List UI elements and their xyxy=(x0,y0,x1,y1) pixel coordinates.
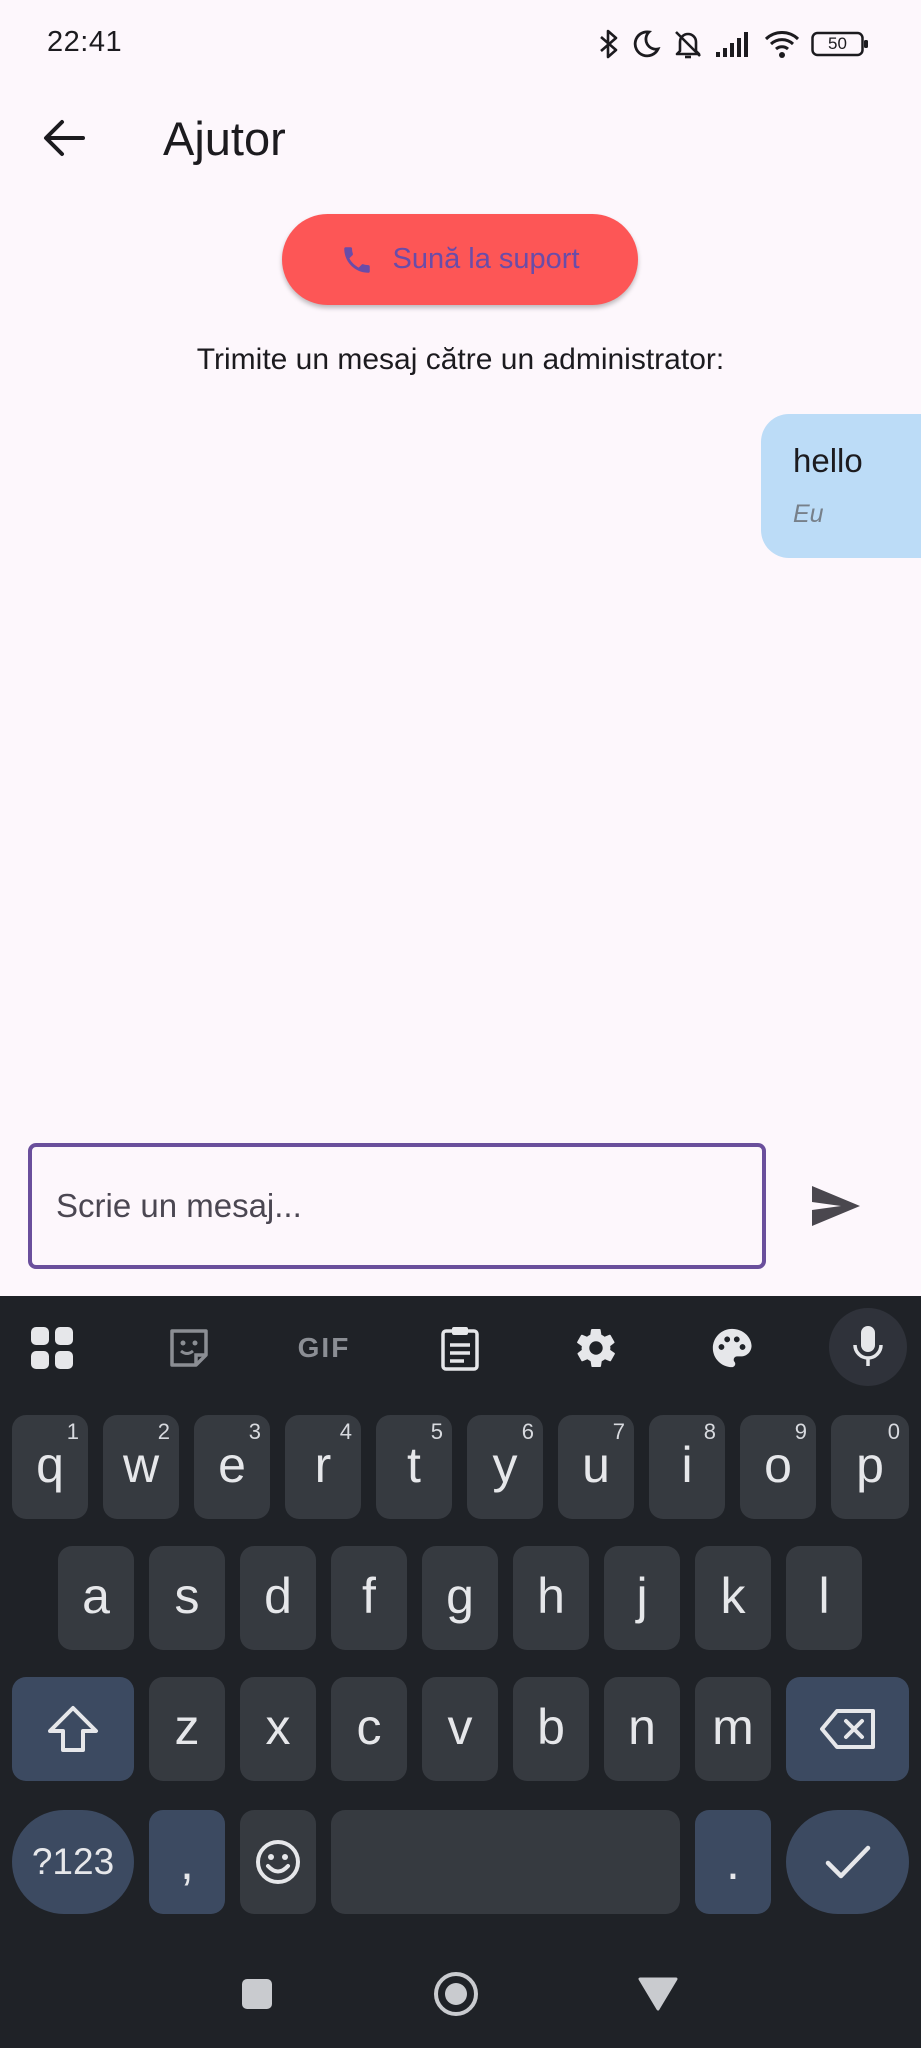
call-support-button[interactable]: Sună la suport xyxy=(282,214,638,305)
app-bar: Ajutor xyxy=(0,92,921,192)
key-d[interactable]: d xyxy=(240,1546,316,1650)
gif-icon: GIF xyxy=(297,1332,351,1363)
palette-icon xyxy=(712,1328,752,1368)
symbols-key[interactable]: ?123 xyxy=(12,1810,134,1914)
message-bubble: hello Eu xyxy=(761,414,921,558)
key-j[interactable]: j xyxy=(604,1546,680,1650)
key-k[interactable]: k xyxy=(695,1546,771,1650)
recents-button[interactable] xyxy=(233,1970,281,2018)
backspace-key[interactable] xyxy=(786,1677,909,1781)
key-z[interactable]: z xyxy=(149,1677,225,1781)
recents-square-icon xyxy=(242,1979,272,2009)
sticker-button[interactable] xyxy=(155,1314,223,1382)
key-t[interactable]: t5 xyxy=(376,1415,452,1519)
theme-button[interactable] xyxy=(698,1314,766,1382)
keyboard-toolbar: GIF xyxy=(0,1296,921,1396)
key-l[interactable]: l xyxy=(786,1546,862,1650)
page-title: Ajutor xyxy=(163,112,286,165)
backspace-icon xyxy=(819,1709,875,1749)
back-button[interactable] xyxy=(38,112,90,164)
key-b[interactable]: b xyxy=(513,1677,589,1781)
battery-level: 50 xyxy=(828,34,847,53)
bell-off-icon xyxy=(672,28,704,60)
check-icon xyxy=(825,1845,870,1879)
key-a[interactable]: a xyxy=(58,1546,134,1650)
key-s[interactable]: s xyxy=(149,1546,225,1650)
gear-icon xyxy=(577,1329,615,1367)
key-r[interactable]: r4 xyxy=(285,1415,361,1519)
key-h[interactable]: h xyxy=(513,1546,589,1650)
space-key[interactable] xyxy=(331,1810,680,1914)
key-o[interactable]: o9 xyxy=(740,1415,816,1519)
clipboard-icon xyxy=(441,1327,479,1371)
apps-grid-icon xyxy=(31,1327,73,1369)
key-f[interactable]: f xyxy=(331,1546,407,1650)
home-circle-icon xyxy=(434,1972,478,2016)
message-input[interactable] xyxy=(28,1143,766,1269)
key-m[interactable]: m xyxy=(695,1677,771,1781)
status-bar: 22:41 50 xyxy=(0,0,921,88)
sticker-icon xyxy=(170,1329,208,1367)
key-x[interactable]: x xyxy=(240,1677,316,1781)
send-icon xyxy=(812,1186,860,1226)
back-triangle-icon xyxy=(638,1977,678,2011)
moon-icon xyxy=(631,29,661,59)
key-p[interactable]: p0 xyxy=(831,1415,909,1519)
instructions-text: Trimite un mesaj către un administrator: xyxy=(196,343,725,376)
key-v[interactable]: v xyxy=(422,1677,498,1781)
apps-grid-button[interactable] xyxy=(18,1314,86,1382)
key-i[interactable]: i8 xyxy=(649,1415,725,1519)
voice-input-button[interactable] xyxy=(829,1308,907,1386)
navigation-bar xyxy=(0,1930,921,2048)
key-n[interactable]: n xyxy=(604,1677,680,1781)
key-g[interactable]: g xyxy=(422,1546,498,1650)
shift-icon xyxy=(48,1706,98,1752)
enter-key[interactable] xyxy=(786,1810,909,1914)
send-button[interactable] xyxy=(808,1178,864,1234)
signal-icon xyxy=(715,30,753,58)
bluetooth-icon xyxy=(598,28,620,60)
key-c[interactable]: c xyxy=(331,1677,407,1781)
home-button[interactable] xyxy=(432,1970,480,2018)
key-y[interactable]: y6 xyxy=(467,1415,543,1519)
settings-button[interactable] xyxy=(562,1314,630,1382)
status-icons: 50 xyxy=(598,22,869,66)
shift-key[interactable] xyxy=(12,1677,134,1781)
battery-icon: 50 xyxy=(811,30,869,58)
key-u[interactable]: u7 xyxy=(558,1415,634,1519)
status-time: 22:41 xyxy=(47,26,123,58)
gif-button[interactable]: GIF xyxy=(290,1314,358,1382)
mic-icon xyxy=(853,1326,883,1366)
key-e[interactable]: e3 xyxy=(194,1415,270,1519)
phone-icon xyxy=(344,246,371,273)
key-w[interactable]: w2 xyxy=(103,1415,179,1519)
comma-key[interactable]: , xyxy=(149,1810,225,1914)
clipboard-button[interactable] xyxy=(426,1314,494,1382)
message-sender: Eu xyxy=(793,500,824,528)
call-support-label: Sună la suport xyxy=(392,243,580,275)
emoji-key[interactable] xyxy=(240,1810,316,1914)
arrow-left-icon xyxy=(44,120,85,156)
wifi-icon xyxy=(764,29,800,59)
nav-back-button[interactable] xyxy=(634,1970,682,2018)
key-q[interactable]: q1 xyxy=(12,1415,88,1519)
emoji-icon xyxy=(256,1840,300,1884)
period-key[interactable]: . xyxy=(695,1810,771,1914)
message-text: hello xyxy=(793,442,863,479)
